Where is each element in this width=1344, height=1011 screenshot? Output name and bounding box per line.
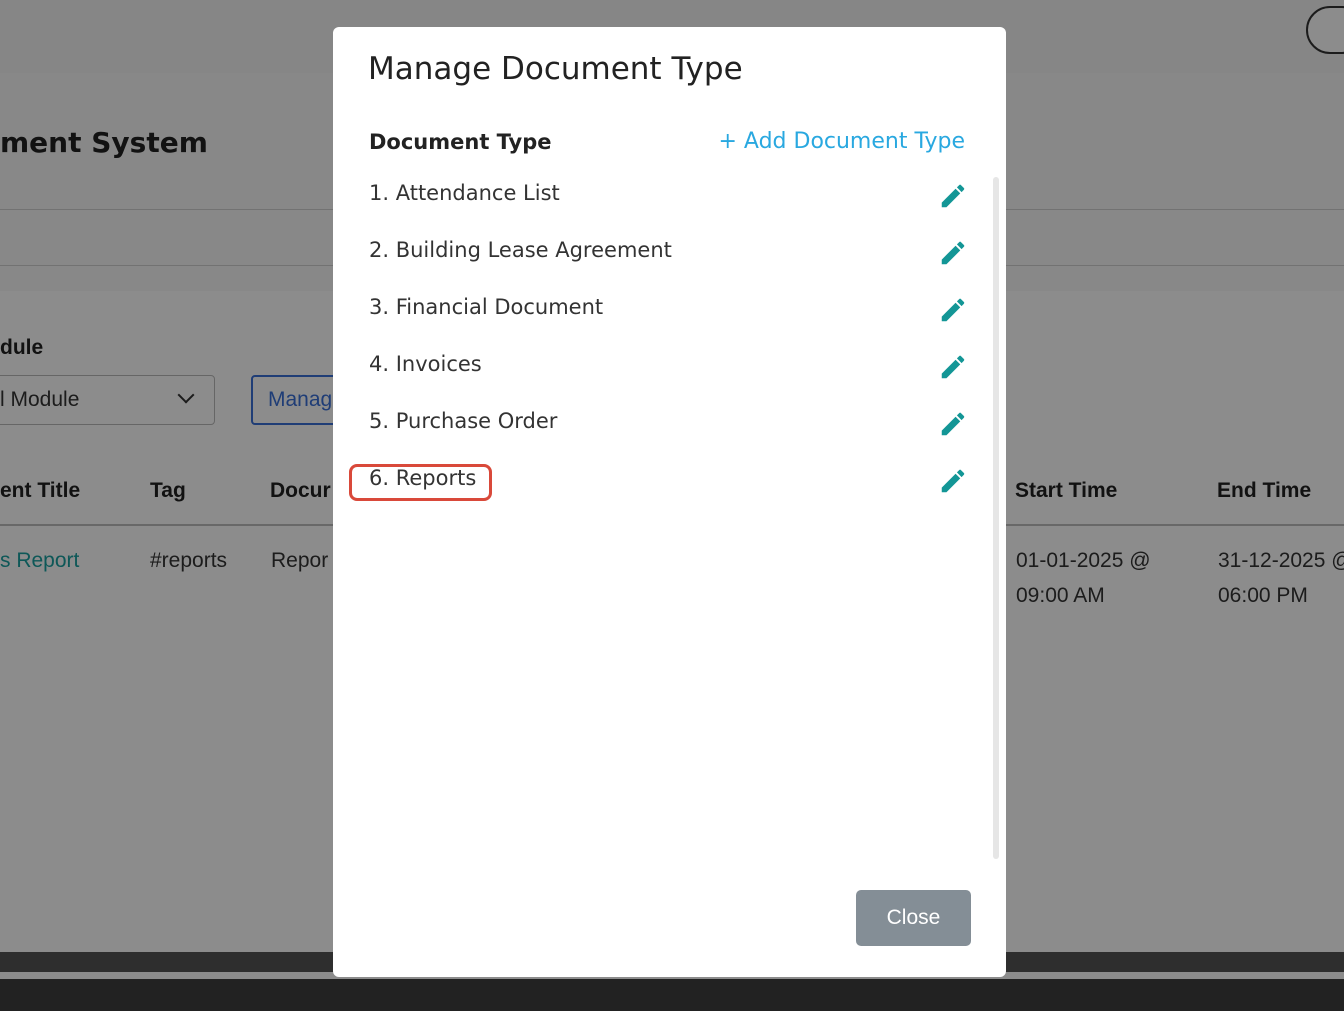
pencil-icon[interactable] (938, 295, 968, 325)
pencil-icon[interactable] (938, 238, 968, 268)
document-type-list: 1. Attendance List 2. Building Lease Agr… (333, 177, 993, 867)
add-document-type-link[interactable]: + Add Document Type (718, 129, 965, 154)
list-item-label: 2. Building Lease Agreement (369, 238, 672, 262)
list-item: 1. Attendance List (333, 177, 993, 217)
pencil-icon[interactable] (938, 409, 968, 439)
list-item-label: 1. Attendance List (369, 181, 560, 205)
list-item-label: 4. Invoices (369, 352, 482, 376)
list-item: 4. Invoices (333, 348, 993, 388)
pencil-icon[interactable] (938, 352, 968, 382)
footer-bar (0, 979, 1344, 1011)
pencil-icon[interactable] (938, 466, 968, 496)
close-button[interactable]: Close (856, 890, 971, 946)
pencil-icon[interactable] (938, 181, 968, 211)
list-item: 5. Purchase Order (333, 405, 993, 445)
document-type-column-header: Document Type (369, 130, 552, 154)
highlight-box (349, 464, 492, 501)
list-item-label: 5. Purchase Order (369, 409, 558, 433)
list-item: 3. Financial Document (333, 291, 993, 331)
modal-title: Manage Document Type (368, 51, 743, 87)
list-item-label: 3. Financial Document (369, 295, 604, 319)
list-scrollbar[interactable] (993, 177, 999, 859)
list-item: 2. Building Lease Agreement (333, 234, 993, 274)
manage-document-type-modal: Manage Document Type Document Type + Add… (333, 27, 1006, 977)
